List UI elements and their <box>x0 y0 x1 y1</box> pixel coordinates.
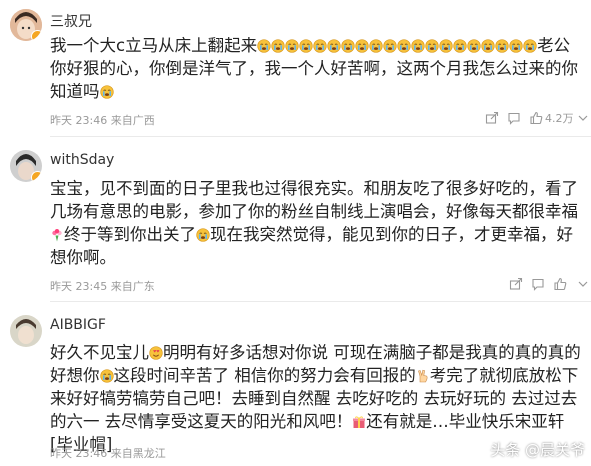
text-segment: 我一个大c立马从床上翻起来 <box>50 36 258 55</box>
cry-emoji <box>481 36 495 53</box>
location: 来自黑龙江 <box>110 447 166 460</box>
location: 来自广西 <box>110 114 155 127</box>
share-icon <box>509 277 523 290</box>
text-segment: 终于等到你出关了 <box>64 225 196 244</box>
chevron-down-icon <box>578 281 588 287</box>
verified-badge-icon <box>31 171 42 182</box>
comment-text: 宝宝，见不到面的日子里我也过得很充实。和朋友吃了很多好吃的，看了几场有意思的电影… <box>50 177 585 269</box>
location: 来自广东 <box>110 280 155 293</box>
like-icon <box>530 111 543 125</box>
text-segment: 这段时间辛苦了 相信你的努力会有回报的 <box>113 366 416 385</box>
heart-eyes-emoji <box>149 343 163 360</box>
cry-emoji <box>523 36 537 53</box>
cry-emoji <box>425 36 439 53</box>
cry-emoji <box>285 36 299 53</box>
share-button[interactable] <box>509 276 523 292</box>
cry-emoji <box>509 36 523 53</box>
timestamp: 昨天 23:45 <box>50 280 108 293</box>
cry-emoji <box>327 36 341 53</box>
comment-icon <box>532 278 544 291</box>
meta: 昨天 23:46 来自黑龙江 <box>50 445 166 461</box>
actions <box>481 276 591 292</box>
meta: 昨天 23:45 来自广东 <box>50 278 155 294</box>
username[interactable]: withSday <box>50 152 114 168</box>
cry-emoji <box>411 36 425 53</box>
cry-emoji <box>355 36 369 53</box>
timestamp: 昨天 23:46 <box>50 114 108 127</box>
cry-emoji <box>299 36 313 53</box>
verified-badge-icon <box>31 30 42 41</box>
share-icon <box>485 111 499 124</box>
cry-emoji <box>341 36 355 53</box>
cry-emoji <box>196 225 210 242</box>
cry-emoji <box>369 36 383 53</box>
more-button[interactable] <box>577 276 589 292</box>
avatar-image <box>10 315 42 347</box>
timestamp: 昨天 23:46 <box>50 447 108 460</box>
comment-button[interactable] <box>531 276 545 292</box>
cry-emoji <box>439 36 453 53</box>
meta: 昨天 23:46 来自广西 <box>50 112 155 128</box>
text-segment: 宝宝，见不到面的日子里我也过得很充实。和朋友吃了很多好吃的，看了几场有意思的电影… <box>50 179 578 221</box>
comment-icon <box>508 112 520 125</box>
like-button[interactable]: 4.2万 <box>529 110 574 126</box>
share-button[interactable] <box>485 110 499 126</box>
cry-emoji <box>99 82 114 99</box>
avatar[interactable] <box>10 9 42 41</box>
comment-2: withSday 宝宝，见不到面的日子里我也过得很充实。和朋友吃了很多好吃的，看… <box>0 137 591 300</box>
cry-emoji <box>313 36 327 53</box>
comment-button[interactable] <box>507 110 521 126</box>
chevron-down-icon <box>578 115 588 121</box>
like-icon <box>554 277 567 291</box>
peace-hand-emoji <box>416 366 430 383</box>
username[interactable]: 三叔兄 <box>50 11 92 31</box>
like-count: 4.2万 <box>545 112 574 125</box>
cry-emoji <box>397 36 411 53</box>
actions: 4.2万 <box>481 110 591 126</box>
cry-emoji <box>99 366 114 383</box>
cry-emoji <box>453 36 467 53</box>
avatar[interactable] <box>10 315 42 347</box>
cry-emoji <box>271 36 285 53</box>
avatar[interactable] <box>10 150 42 182</box>
gift-emoji <box>352 412 366 428</box>
cry-emoji <box>467 36 481 53</box>
more-button[interactable] <box>577 110 589 126</box>
like-button[interactable] <box>553 276 567 292</box>
cry-emoji <box>383 36 397 53</box>
text-segment: 好久不见宝儿 <box>50 343 149 362</box>
comment-1: 三叔兄 我一个大c立马从床上翻起来 老公你好狠的心，你倒是洋气了，我一个人好苦啊，… <box>0 0 591 134</box>
cry-emoji <box>257 36 271 53</box>
comment-text: 我一个大c立马从床上翻起来 老公你好狠的心，你倒是洋气了，我一个人好苦啊，这两个月… <box>50 34 585 103</box>
watermark: 头条 @晨关爷 <box>490 441 585 459</box>
bouquet-emoji <box>50 225 64 242</box>
cry-emoji <box>495 36 509 53</box>
username[interactable]: AIBBIGF <box>50 317 106 333</box>
